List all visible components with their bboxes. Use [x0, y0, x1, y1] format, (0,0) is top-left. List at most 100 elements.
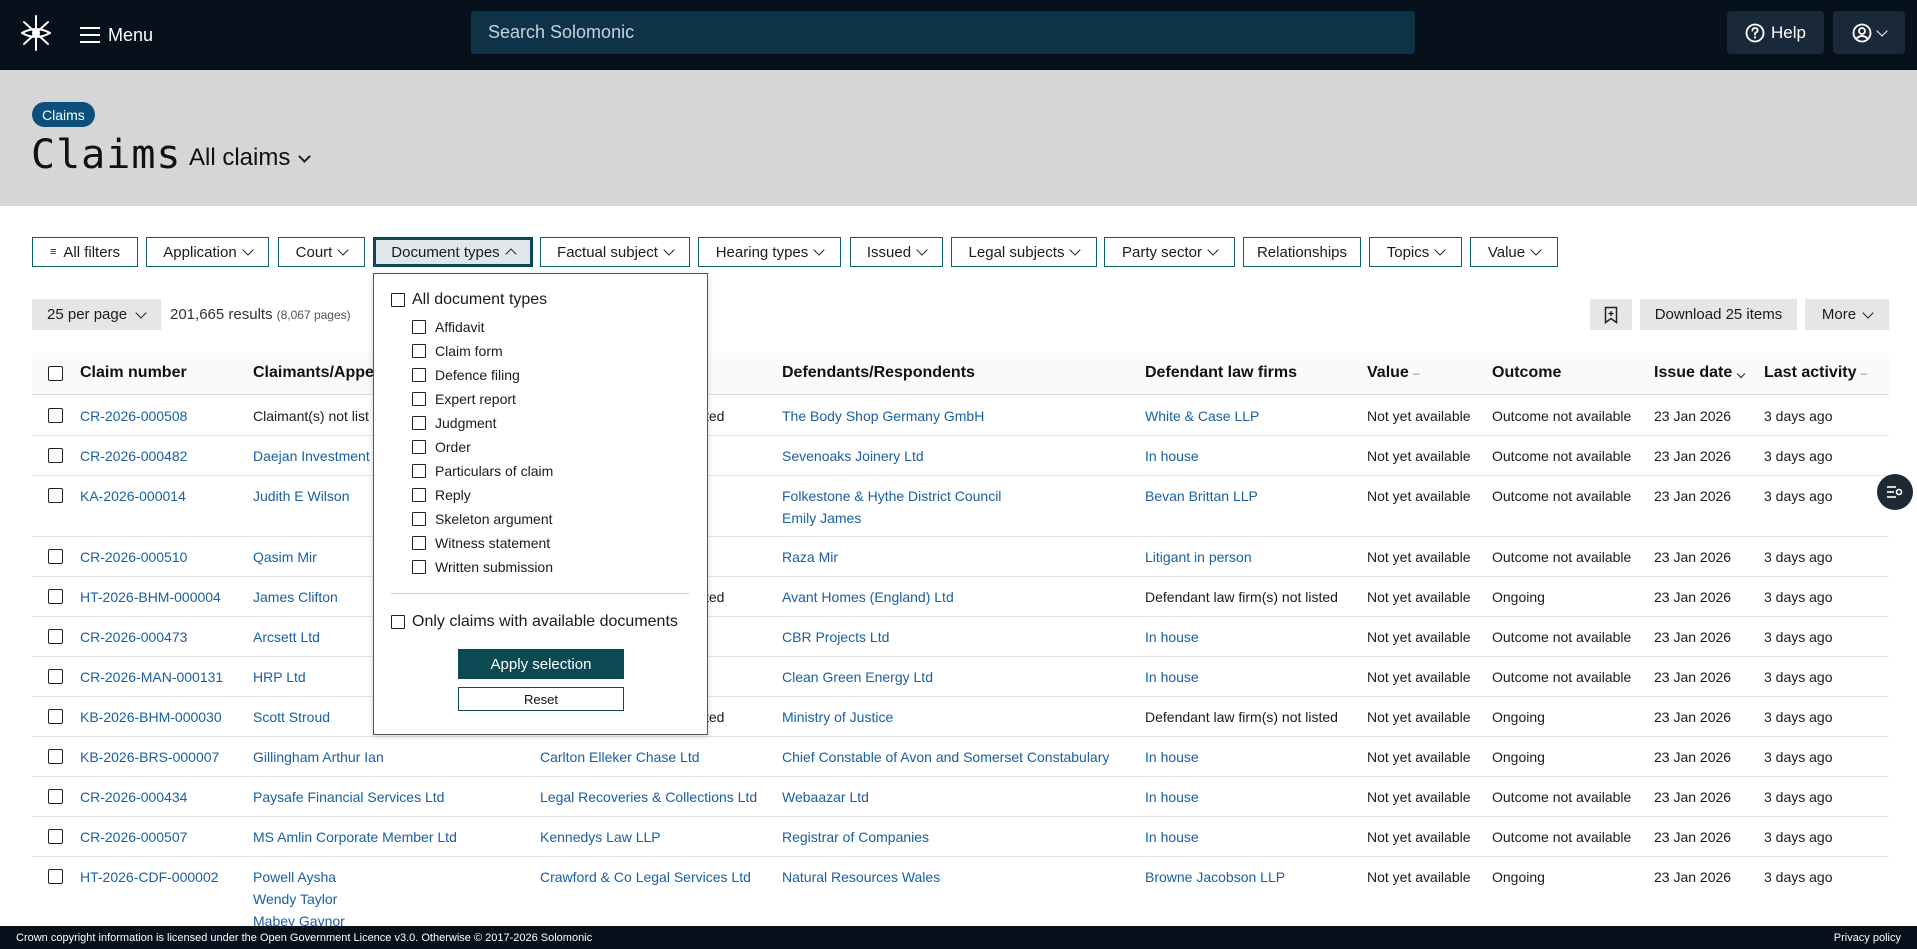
- claim-number-link[interactable]: CR-2026-MAN-000131: [80, 666, 223, 688]
- apply-selection-button[interactable]: Apply selection: [458, 649, 624, 679]
- filter-topics[interactable]: Topics: [1369, 237, 1462, 267]
- help-button[interactable]: Help: [1727, 11, 1824, 54]
- table-row[interactable]: HT-2026-BHM-000004 James Clifton sted Avant…: [32, 577, 1889, 617]
- table-row[interactable]: CR-2026-000434 Paysafe Financial Services…: [32, 777, 1889, 817]
- defendant-law-firm[interactable]: White & Case LLP: [1145, 405, 1259, 427]
- row-checkbox[interactable]: [48, 549, 63, 564]
- row-checkbox[interactable]: [48, 869, 63, 884]
- claimant-name[interactable]: MS Amlin Corporate Member Ltd: [253, 826, 457, 848]
- col-claimants[interactable]: Claimants/Appe: [253, 364, 374, 382]
- document-type-option[interactable]: Expert report: [412, 391, 516, 407]
- checkbox[interactable]: [412, 392, 426, 406]
- document-type-option[interactable]: Affidavit: [412, 319, 485, 335]
- defendant-name[interactable]: CBR Projects Ltd: [782, 626, 889, 648]
- checkbox[interactable]: [412, 344, 426, 358]
- checkbox[interactable]: [412, 512, 426, 526]
- claim-number-link[interactable]: CR-2026-000473: [80, 626, 187, 648]
- document-type-option[interactable]: Particulars of claim: [412, 463, 553, 479]
- claimant-name[interactable]: Daejan Investment: [253, 445, 370, 467]
- document-type-option[interactable]: Witness statement: [412, 535, 550, 551]
- row-checkbox[interactable]: [48, 749, 63, 764]
- claimant-law-firm[interactable]: Legal Recoveries & Collections Ltd: [540, 786, 757, 808]
- document-type-option[interactable]: Judgment: [412, 415, 496, 431]
- defendant-law-firm[interactable]: In house: [1145, 826, 1199, 848]
- download-button[interactable]: Download 25 items: [1640, 299, 1797, 330]
- defendant-name[interactable]: Emily James: [782, 507, 861, 529]
- table-row[interactable]: CR-2026-000482 Daejan Investment Sevenoaks…: [32, 436, 1889, 476]
- menu-button[interactable]: Menu: [80, 20, 153, 50]
- row-checkbox[interactable]: [48, 488, 63, 503]
- col-last-activity[interactable]: Last activity –: [1764, 364, 1867, 382]
- filter-court[interactable]: Court: [278, 237, 365, 267]
- table-row[interactable]: KB-2026-BHM-000030 Scott Stroud sted Minist…: [32, 697, 1889, 737]
- defendant-name[interactable]: Avant Homes (England) Ltd: [782, 586, 954, 608]
- defendant-name[interactable]: Folkestone & Hythe District Council: [782, 485, 1001, 507]
- defendant-law-firm[interactable]: In house: [1145, 666, 1199, 688]
- claimant-name[interactable]: James Clifton: [253, 586, 338, 608]
- privacy-policy-link[interactable]: Privacy policy: [1834, 932, 1901, 944]
- table-row[interactable]: CR-2026-000508 Claimant(s) not list sted Th…: [32, 396, 1889, 436]
- defendant-law-firm[interactable]: In house: [1145, 746, 1199, 768]
- more-button[interactable]: More: [1805, 299, 1889, 330]
- filter-application[interactable]: Application: [146, 237, 269, 267]
- claim-number-link[interactable]: HT-2026-BHM-000004: [80, 586, 221, 608]
- col-outcome[interactable]: Outcome: [1492, 364, 1561, 382]
- defendant-name[interactable]: The Body Shop Germany GmbH: [782, 405, 984, 427]
- claimant-name[interactable]: Judith E Wilson: [253, 485, 349, 507]
- filter-party-sector[interactable]: Party sector: [1104, 237, 1235, 267]
- claim-number-link[interactable]: HT-2026-CDF-000002: [80, 866, 219, 888]
- filter-factual-subject[interactable]: Factual subject: [540, 237, 690, 267]
- defendant-name[interactable]: Clean Green Energy Ltd: [782, 666, 933, 688]
- claimant-law-firm[interactable]: Carlton Elleker Chase Ltd: [540, 746, 700, 768]
- filter-legal-subjects[interactable]: Legal subjects: [951, 237, 1097, 267]
- only-available-documents-option[interactable]: Only claims with available documents: [391, 613, 678, 631]
- claim-number-link[interactable]: CR-2026-000507: [80, 826, 187, 848]
- document-type-option[interactable]: Defence filing: [412, 367, 520, 383]
- claimant-name[interactable]: HRP Ltd: [253, 666, 306, 688]
- claims-pill[interactable]: Claims: [32, 102, 95, 127]
- user-account-button[interactable]: [1833, 11, 1905, 54]
- row-checkbox[interactable]: [48, 408, 63, 423]
- document-type-option[interactable]: Written submission: [412, 559, 553, 575]
- filter-hearing-types[interactable]: Hearing types: [698, 237, 841, 267]
- col-value[interactable]: Value –: [1367, 364, 1420, 382]
- defendant-name[interactable]: Sevenoaks Joinery Ltd: [782, 445, 924, 467]
- claimant-name[interactable]: Powell Aysha: [253, 866, 336, 888]
- defendant-name[interactable]: Chief Constable of Avon and Somerset Con…: [782, 746, 1109, 768]
- claim-number-link[interactable]: CR-2026-000434: [80, 786, 187, 808]
- table-row[interactable]: KA-2026-000014 Judith E Wilson Folkestone …: [32, 476, 1889, 537]
- checkbox[interactable]: [412, 440, 426, 454]
- claimant-name[interactable]: Gillingham Arthur Ian: [253, 746, 384, 768]
- table-row[interactable]: KB-2026-BRS-000007 Gillingham Arthur Ian C…: [32, 737, 1889, 777]
- save-search-button[interactable]: [1590, 299, 1632, 330]
- checkbox[interactable]: [391, 615, 405, 629]
- claim-number-link[interactable]: KA-2026-000014: [80, 485, 186, 507]
- row-checkbox[interactable]: [48, 589, 63, 604]
- per-page-select[interactable]: 25 per page: [32, 299, 161, 330]
- claim-number-link[interactable]: CR-2026-000508: [80, 405, 187, 427]
- document-type-option[interactable]: Reply: [412, 487, 471, 503]
- view-select[interactable]: All claims: [189, 144, 312, 172]
- checkbox[interactable]: [412, 320, 426, 334]
- defendant-law-firm[interactable]: Browne Jacobson LLP: [1145, 866, 1285, 888]
- checkbox[interactable]: [412, 368, 426, 382]
- floating-list-settings-button[interactable]: [1877, 474, 1913, 510]
- checkbox[interactable]: [412, 464, 426, 478]
- document-type-option[interactable]: Order: [412, 439, 471, 455]
- row-checkbox[interactable]: [48, 629, 63, 644]
- claimant-name[interactable]: Arcsett Ltd: [253, 626, 320, 648]
- claimant-name[interactable]: Qasim Mir: [253, 546, 317, 568]
- defendant-name[interactable]: Webaazar Ltd: [782, 786, 869, 808]
- claim-number-link[interactable]: KB-2026-BRS-000007: [80, 746, 219, 768]
- defendant-law-firm[interactable]: Litigant in person: [1145, 546, 1252, 568]
- select-all-checkbox[interactable]: [48, 366, 63, 381]
- claimant-name[interactable]: Paysafe Financial Services Ltd: [253, 786, 444, 808]
- filter-all-filters[interactable]: ≡ All filters: [32, 237, 138, 267]
- claimant-name[interactable]: Wendy Taylor: [253, 888, 337, 910]
- col-issue-date[interactable]: Issue date: [1654, 364, 1746, 382]
- row-checkbox[interactable]: [48, 448, 63, 463]
- checkbox[interactable]: [412, 416, 426, 430]
- row-checkbox[interactable]: [48, 709, 63, 724]
- defendant-law-firm[interactable]: Bevan Brittan LLP: [1145, 485, 1258, 507]
- defendant-name[interactable]: Ministry of Justice: [782, 706, 893, 728]
